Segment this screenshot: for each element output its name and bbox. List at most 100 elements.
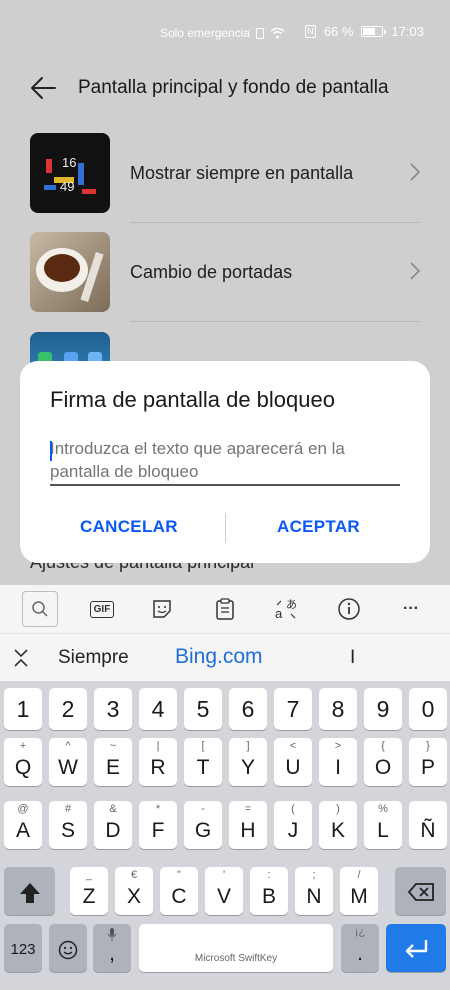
key-4[interactable]: 4 <box>139 688 177 730</box>
key-r[interactable]: | R <box>139 738 177 786</box>
key-b[interactable]: :B <box>250 867 288 915</box>
key-z[interactable]: _ Z <box>70 867 108 915</box>
app-bar: Pantalla principal y fondo de pantalla <box>0 66 450 110</box>
clock: 17:03 <box>391 24 424 39</box>
key-alt-label: } <box>426 740 430 752</box>
key-1[interactable]: 1 <box>4 688 42 730</box>
suggestion-item[interactable]: Bing.com <box>175 645 263 669</box>
key-9[interactable]: 9 <box>364 688 402 730</box>
key-a[interactable]: @ A <box>4 801 42 849</box>
signature-input[interactable] <box>50 437 400 485</box>
key-alt-label: ~ <box>109 740 117 752</box>
clipboard-button[interactable] <box>209 593 241 625</box>
keyboard-toolbar: GIF aあ ··· <box>0 585 450 633</box>
key-c[interactable]: " C <box>160 867 198 915</box>
more-icon: ··· <box>403 600 419 617</box>
key-label: Q <box>14 756 32 779</box>
shift-key[interactable] <box>4 867 55 915</box>
key-h[interactable]: = H <box>229 801 267 849</box>
key-w[interactable]: ^ W <box>49 738 87 786</box>
gif-button[interactable]: GIF <box>86 593 118 625</box>
emoji-key[interactable] <box>49 924 87 972</box>
key-alt-label: % <box>378 803 388 815</box>
space-key[interactable]: Microsoft SwiftKey <box>139 924 333 972</box>
comma-key[interactable]: , <box>93 924 131 972</box>
cancel-button[interactable]: CANCELAR <box>80 517 178 537</box>
sticker-button[interactable] <box>146 593 178 625</box>
key-u[interactable]: < U <box>274 738 312 786</box>
key-alt-label: ) <box>336 803 340 815</box>
info-button[interactable] <box>333 593 365 625</box>
key-6[interactable]: 6 <box>229 688 267 730</box>
key-o[interactable]: {O <box>364 738 402 786</box>
key-3[interactable]: 3 <box>94 688 132 730</box>
key-5[interactable]: 5 <box>184 688 222 730</box>
search-icon <box>32 601 48 617</box>
period-key[interactable]: ¡¿ . <box>341 924 379 972</box>
button-divider <box>225 513 226 543</box>
key-l[interactable]: % L <box>364 801 402 849</box>
list-item-label: Mostrar siempre en pantalla <box>130 163 354 183</box>
list-item-cover-change[interactable]: Cambio de portadas <box>0 222 450 322</box>
key-q[interactable]: + Q <box>4 738 42 786</box>
dialog-title: Firma de pantalla de bloqueo <box>50 387 335 412</box>
key-alt-label: ^ <box>65 740 71 752</box>
translate-button[interactable]: aあ <box>271 593 303 625</box>
backspace-key[interactable] <box>395 867 446 915</box>
key-d[interactable]: & D <box>94 801 132 849</box>
key-v[interactable]: ' V <box>205 867 243 915</box>
period-key-alt: ¡¿ <box>354 926 366 938</box>
key-t[interactable]: [T <box>184 738 222 786</box>
key-label: L <box>377 819 389 842</box>
key-e[interactable]: ~ E <box>94 738 132 786</box>
key-label: W <box>58 756 78 779</box>
translate-icon: aあ <box>275 598 297 621</box>
key-alt-label: * <box>155 803 161 815</box>
numbers-key[interactable]: 123 <box>4 924 42 972</box>
wifi-icon <box>270 27 285 39</box>
battery-level <box>363 28 375 35</box>
key-p[interactable]: } P <box>409 738 447 786</box>
key-g[interactable]: -G <box>184 801 222 849</box>
key-label: O <box>374 756 392 779</box>
key-alt-label: _ <box>85 869 93 881</box>
list-item-always-on-display[interactable]: 16 49 Mostrar siempre en pantalla <box>0 123 450 223</box>
key-alt-label: [ <box>201 740 205 752</box>
back-button[interactable] <box>28 73 58 103</box>
key-label: T <box>196 756 210 779</box>
key-f[interactable]: * F <box>139 801 177 849</box>
clipboard-icon <box>216 598 234 620</box>
key-alt-label: # <box>64 803 72 815</box>
key-8[interactable]: 8 <box>319 688 357 730</box>
key-2[interactable]: 2 <box>49 688 87 730</box>
key-x[interactable]: € X <box>115 867 153 915</box>
key-n[interactable]: ; N <box>295 867 333 915</box>
key-alt-label: ' <box>222 869 226 881</box>
accept-button[interactable]: ACEPTAR <box>277 517 360 537</box>
key-m[interactable]: / M <box>340 867 378 915</box>
suggestion-item[interactable]: I <box>350 647 355 669</box>
input-underline <box>50 484 400 486</box>
backspace-icon <box>407 883 434 901</box>
key-ñ[interactable]: Ñ <box>409 801 447 849</box>
key-7[interactable]: 7 <box>274 688 312 730</box>
search-button[interactable] <box>22 591 58 627</box>
enter-key[interactable] <box>386 924 446 972</box>
key-k[interactable]: ) K <box>319 801 357 849</box>
suggestion-item[interactable]: Siempre <box>58 647 129 669</box>
more-options-button[interactable]: ··· <box>395 593 427 625</box>
key-alt-label: : <box>267 869 271 881</box>
keyboard: GIF aあ ··· Siempre Bing.com I 1234567890… <box>0 585 450 990</box>
key-label: 5 <box>196 696 210 722</box>
key-i[interactable]: > I <box>319 738 357 786</box>
chevron-right-icon <box>410 262 420 280</box>
space-key-label: Microsoft SwiftKey <box>194 953 278 964</box>
key-0[interactable]: 0 <box>409 688 447 730</box>
collapse-icon[interactable] <box>12 648 30 668</box>
cover-change-thumbnail <box>30 232 110 312</box>
key-alt-label: @ <box>17 803 29 815</box>
key-alt-label: " <box>177 869 181 881</box>
key-s[interactable]: # S <box>49 801 87 849</box>
key-y[interactable]: ] Y <box>229 738 267 786</box>
key-j[interactable]: (J <box>274 801 312 849</box>
